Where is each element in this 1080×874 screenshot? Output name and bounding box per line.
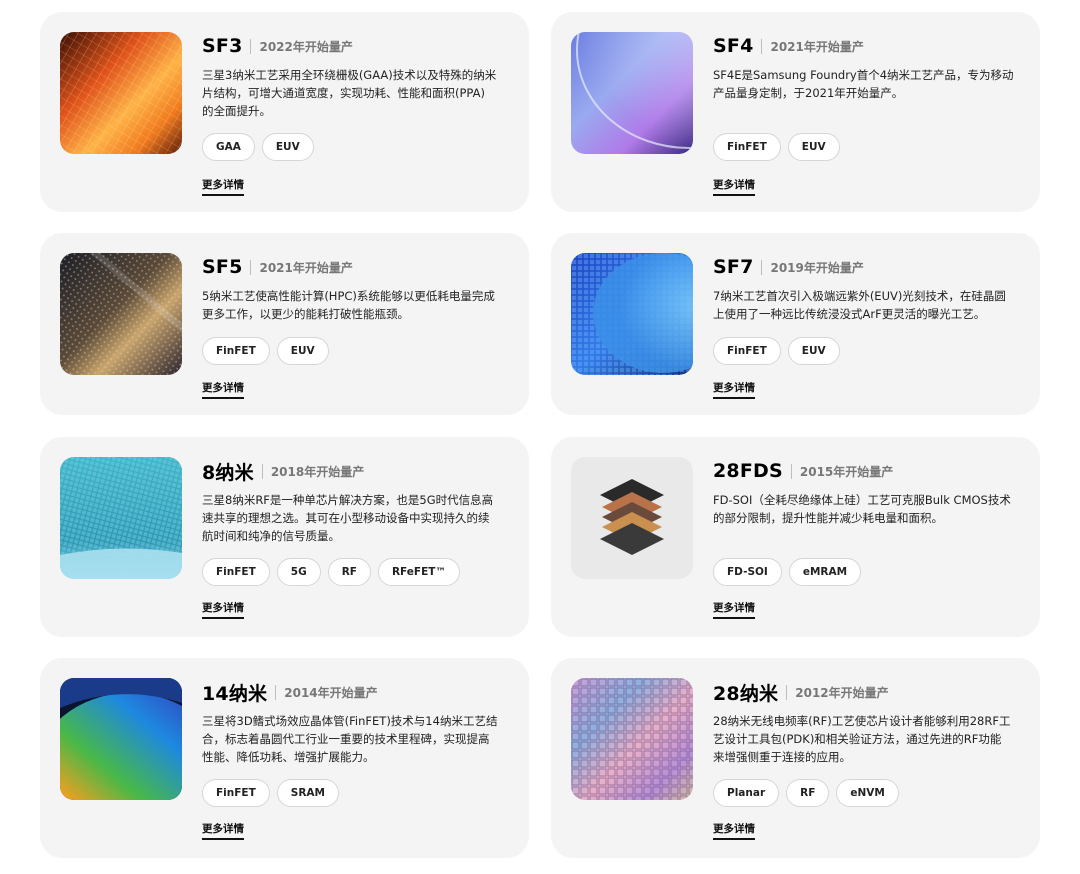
process-image <box>60 253 182 375</box>
process-node-title: SF5 <box>202 256 243 278</box>
process-card-sf5: SF5 2021年开始量产 5纳米工艺使高性能计算(HPC)系统能够以更低耗电量… <box>40 233 529 415</box>
tag-chip[interactable]: eMRAM <box>788 558 862 586</box>
wafer-violet-image <box>571 32 693 154</box>
process-card-14nm: 14纳米 2014年开始量产 三星将3D鳍式场效应晶体管(FinFET)技术与1… <box>40 658 529 858</box>
process-image <box>60 457 182 579</box>
process-node-title: SF7 <box>713 256 754 278</box>
process-grid: SF3 2022年开始量产 三星3纳米工艺采用全环绕栅极(GAA)技术以及特殊的… <box>0 0 1080 874</box>
process-node-title: SF3 <box>202 35 243 57</box>
production-year: 2021年开始量产 <box>259 260 353 275</box>
wafer-teal-image <box>60 457 182 579</box>
process-image <box>571 253 693 375</box>
more-details-link[interactable]: 更多详情 <box>202 600 244 619</box>
wafer-grid-image <box>571 678 693 800</box>
process-node-title: SF4 <box>713 35 754 57</box>
wafer-rainbow-image <box>60 678 182 800</box>
tag-chip[interactable]: RF <box>327 558 371 586</box>
tag-chip[interactable]: EUV <box>261 133 314 161</box>
title-divider <box>275 684 277 700</box>
process-card-sf3: SF3 2022年开始量产 三星3纳米工艺采用全环绕栅极(GAA)技术以及特殊的… <box>40 12 529 212</box>
tag-list: FinFET SRAM <box>202 779 339 807</box>
more-details-link[interactable]: 更多详情 <box>713 821 755 840</box>
title-divider <box>761 259 763 275</box>
tag-list: FinFET EUV <box>713 133 840 161</box>
tag-list: FD-SOI eMRAM <box>713 558 862 586</box>
process-description: SF4E是Samsung Foundry首个4纳米工艺产品，专为移动 产品量身定… <box>713 68 1014 100</box>
tag-chip[interactable]: FinFET <box>202 337 270 365</box>
process-node-title: 28FDS <box>713 460 783 482</box>
title-divider <box>250 259 252 275</box>
more-details-link[interactable]: 更多详情 <box>202 821 244 840</box>
process-node-title: 8纳米 <box>202 461 254 484</box>
title-divider <box>250 38 252 54</box>
title-divider <box>761 38 763 54</box>
tag-chip[interactable]: EUV <box>787 337 840 365</box>
production-year: 2018年开始量产 <box>270 464 365 479</box>
tag-chip[interactable]: EUV <box>276 337 329 365</box>
process-image <box>60 678 182 800</box>
process-card-8nm: 8纳米 2018年开始量产 三星8纳米RF是一种单芯片解决方案，也是5G时代信息… <box>40 437 529 637</box>
tag-chip[interactable]: GAA <box>202 133 255 161</box>
tag-chip[interactable]: EUV <box>787 133 840 161</box>
production-year: 2014年开始量产 <box>284 685 378 700</box>
process-description: 三星将3D鳍式场效应晶体管(FinFET)技术与14纳米工艺结 合，标志着晶圆代… <box>202 714 498 764</box>
production-year: 2015年开始量产 <box>799 464 894 479</box>
process-description: 三星8纳米RF是一种单芯片解决方案，也是5G时代信息高 速共享的理想之选。其可在… <box>202 493 494 543</box>
title-divider <box>790 463 792 479</box>
production-year: 2019年开始量产 <box>770 260 864 275</box>
more-details-link[interactable]: 更多详情 <box>713 380 755 399</box>
tag-list: FinFET EUV <box>713 337 840 365</box>
wafer-gold-dark-image <box>60 253 182 375</box>
tag-chip[interactable]: FinFET <box>202 779 270 807</box>
process-description: FD-SOI（全耗尽绝缘体上硅）工艺可克服Bulk CMOS技术 的部分限制，提… <box>713 493 1011 525</box>
tag-chip[interactable]: FD-SOI <box>713 558 782 586</box>
process-description: 28纳米无线电频率(RF)工艺使芯片设计者能够利用28RF工 艺设计工具包(PD… <box>713 714 1011 764</box>
tag-list: FinFET EUV <box>202 337 329 365</box>
process-description: 5纳米工艺使高性能计算(HPC)系统能够以更低耗电量完成 更多工作，以更少的能耗… <box>202 289 495 321</box>
tag-chip[interactable]: FinFET <box>713 133 781 161</box>
chip-layers-image <box>571 457 693 579</box>
more-details-link[interactable]: 更多详情 <box>713 600 755 619</box>
more-details-link[interactable]: 更多详情 <box>713 177 755 196</box>
process-image <box>60 32 182 154</box>
process-description: 7纳米工艺首次引入极端远紫外(EUV)光刻技术，在硅晶圆 上使用了一种远比传统浸… <box>713 289 1006 321</box>
wafer-orange-image <box>60 32 182 154</box>
process-node-title: 14纳米 <box>202 682 268 705</box>
tag-list: FinFET 5G RF RFeFET™ <box>202 558 460 586</box>
tag-chip[interactable]: RF <box>786 779 830 807</box>
tag-chip[interactable]: 5G <box>276 558 321 586</box>
process-node-title: 28纳米 <box>713 682 779 705</box>
tag-chip[interactable]: eNVM <box>836 779 899 807</box>
tag-chip[interactable]: FinFET <box>713 337 781 365</box>
tag-list: Planar RF eNVM <box>713 779 899 807</box>
title-divider <box>261 463 263 479</box>
title-divider <box>786 684 788 700</box>
production-year: 2022年开始量产 <box>259 39 353 54</box>
tag-chip[interactable]: RFeFET™ <box>377 558 460 586</box>
process-image <box>571 678 693 800</box>
tag-chip[interactable]: Planar <box>713 779 780 807</box>
process-image <box>571 457 693 579</box>
process-image <box>571 32 693 154</box>
process-card-sf7: SF7 2019年开始量产 7纳米工艺首次引入极端远紫外(EUV)光刻技术，在硅… <box>551 233 1040 415</box>
process-card-28nm: 28纳米 2012年开始量产 28纳米无线电频率(RF)工艺使芯片设计者能够利用… <box>551 658 1040 858</box>
more-details-link[interactable]: 更多详情 <box>202 380 244 399</box>
more-details-link[interactable]: 更多详情 <box>202 177 244 196</box>
process-description: 三星3纳米工艺采用全环绕栅极(GAA)技术以及特殊的纳米 片结构，可增大通道宽度… <box>202 68 497 118</box>
process-card-28fds: 28FDS 2015年开始量产 FD-SOI（全耗尽绝缘体上硅）工艺可克服Bul… <box>551 437 1040 637</box>
production-year: 2021年开始量产 <box>770 39 864 54</box>
tag-list: GAA EUV <box>202 133 314 161</box>
tag-chip[interactable]: FinFET <box>202 558 270 586</box>
wafer-blue-image <box>571 253 693 375</box>
process-card-sf4: SF4 2021年开始量产 SF4E是Samsung Foundry首个4纳米工… <box>551 12 1040 212</box>
tag-chip[interactable]: SRAM <box>276 779 339 807</box>
production-year: 2012年开始量产 <box>795 685 889 700</box>
